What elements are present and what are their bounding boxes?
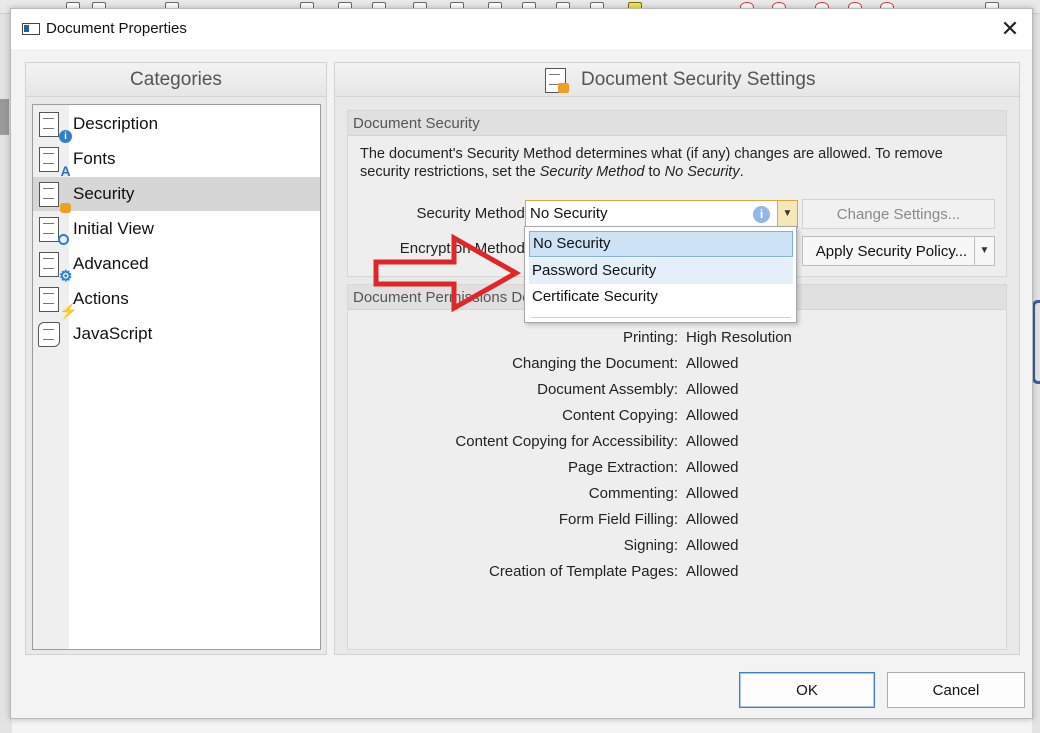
dropdown-separator: [531, 317, 791, 318]
category-label: Actions: [73, 289, 129, 308]
category-label: Description: [73, 114, 159, 133]
permission-row: Form Field Filling: Allowed: [348, 511, 739, 533]
dialog-title: Document Properties: [46, 20, 187, 37]
permission-row: Content Copying for Accessibility: Allow…: [348, 433, 738, 455]
permission-label: Commenting:: [588, 485, 678, 502]
permission-value: High Resolution: [686, 329, 792, 346]
security-settings-panel: Document Security Settings Document Secu…: [334, 62, 1020, 655]
permission-label: Document Assembly:: [537, 381, 678, 398]
permission-row: Changing the Document: Allowed: [348, 355, 738, 377]
annotation-arrow-icon: [373, 233, 522, 313]
dropdown-option-password-security[interactable]: Password Security: [529, 258, 793, 284]
group-title: Document Security: [348, 111, 1006, 136]
security-method-label: Security Method:: [416, 205, 529, 222]
permission-value: Allowed: [686, 485, 739, 502]
permission-row: Page Extraction: Allowed: [348, 459, 739, 481]
permission-row: Commenting: Allowed: [348, 485, 739, 507]
security-description: The document's Security Method determine…: [360, 146, 943, 180]
category-label: Security: [73, 184, 135, 203]
security-method-select[interactable]: No Security i ▼: [525, 200, 798, 228]
security-method-dropdown: No Security Password Security Certificat…: [524, 226, 797, 323]
script-scroll-icon: [38, 322, 60, 347]
permission-label: Creation of Template Pages:: [488, 563, 678, 580]
permission-label: Content Copying:: [562, 407, 678, 424]
apply-security-policy-button[interactable]: Apply Security Policy... ▼: [802, 236, 995, 266]
permission-label: Page Extraction:: [567, 459, 678, 476]
chevron-down-icon[interactable]: ▼: [777, 201, 797, 227]
category-item-security[interactable]: Security: [33, 177, 320, 213]
panel-title: Document Security Settings: [581, 69, 816, 90]
permission-label: Printing:: [622, 329, 678, 346]
category-item-initial-view[interactable]: Initial View: [33, 212, 320, 246]
ok-button[interactable]: OK: [739, 672, 875, 708]
category-label: JavaScript: [73, 324, 153, 343]
document-lock-icon: [545, 68, 569, 93]
permission-value: Allowed: [686, 355, 739, 372]
permission-row: Printing: High Resolution: [348, 329, 792, 351]
permission-label: Form Field Filling:: [558, 511, 678, 528]
info-icon[interactable]: i: [753, 206, 770, 223]
permission-value: Allowed: [686, 381, 739, 398]
permission-label: Changing the Document:: [512, 355, 678, 372]
document-lock-icon: [39, 182, 71, 213]
security-method-value: No Security: [530, 205, 608, 222]
document-font-icon: A: [39, 147, 71, 178]
document-action-icon: ⚡: [39, 287, 78, 319]
background-left-mark: [0, 99, 9, 135]
document-info-icon: i: [39, 112, 72, 143]
permission-row: Content Copying: Allowed: [348, 407, 738, 429]
document-search-icon: [39, 217, 69, 245]
permission-row: Creation of Template Pages: Allowed: [348, 563, 739, 585]
category-label: Initial View: [73, 219, 154, 238]
permission-value: Allowed: [686, 511, 739, 528]
category-label: Advanced: [73, 254, 149, 273]
categories-panel: Categories i Description A Fonts Securit…: [25, 62, 327, 655]
category-label: Fonts: [73, 149, 116, 168]
close-icon[interactable]: ✕: [998, 17, 1022, 41]
permission-label: Signing:: [623, 537, 678, 554]
permission-value: Allowed: [686, 537, 739, 554]
category-item-javascript[interactable]: JavaScript: [33, 317, 320, 351]
permission-row: Document Assembly: Allowed: [348, 381, 738, 403]
category-item-advanced[interactable]: ⚙ Advanced: [33, 247, 320, 284]
category-item-description[interactable]: i Description: [33, 107, 320, 143]
document-gear-icon: ⚙: [39, 252, 72, 284]
change-settings-button[interactable]: Change Settings...: [802, 199, 995, 229]
window-icon: [22, 23, 40, 35]
category-item-actions[interactable]: ⚡ Actions: [33, 282, 320, 319]
dropdown-option-certificate-security[interactable]: Certificate Security: [529, 284, 793, 310]
dialog-titlebar: Document Properties ✕: [11, 9, 1032, 49]
cancel-button[interactable]: Cancel: [887, 672, 1025, 708]
chevron-down-icon[interactable]: ▼: [974, 237, 994, 265]
background-page-edge: [1032, 300, 1040, 384]
permission-value: Allowed: [686, 433, 739, 450]
categories-header: Categories: [26, 63, 326, 97]
category-item-fonts[interactable]: A Fonts: [33, 142, 320, 178]
permission-value: Allowed: [686, 459, 739, 476]
dropdown-option-no-security[interactable]: No Security: [529, 231, 793, 257]
apply-policy-label: Apply Security Policy...: [815, 243, 968, 260]
document-permissions-group: Document Permissions Details Printing: H…: [347, 284, 1007, 650]
categories-list: i Description A Fonts Security Initial V…: [32, 104, 321, 650]
permission-value: Allowed: [686, 563, 739, 580]
document-properties-dialog: Document Properties ✕ Categories i Descr…: [10, 8, 1033, 719]
permission-value: Allowed: [686, 407, 739, 424]
permission-row: Signing: Allowed: [348, 537, 739, 559]
permission-label: Content Copying for Accessibility:: [455, 433, 678, 450]
security-settings-header: Document Security Settings: [335, 63, 1019, 97]
